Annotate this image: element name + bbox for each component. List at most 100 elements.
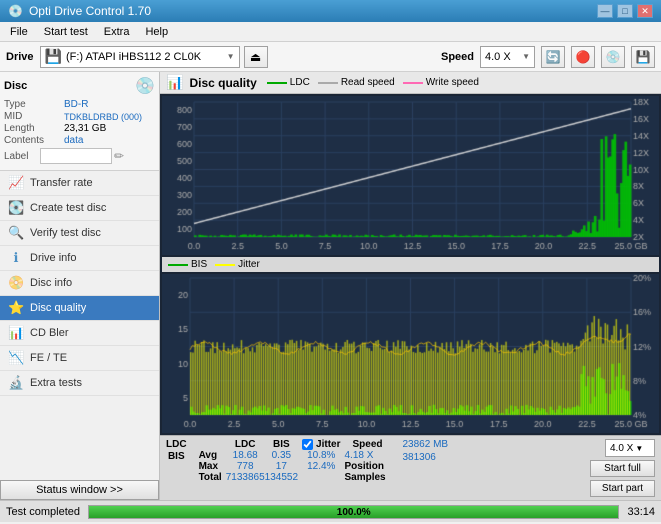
jitter-max: 12.4% [298,461,344,472]
disc-info-label: Disc info [30,277,72,289]
eject-button[interactable]: ⏏ [244,46,268,68]
ldc-col-header: LDC [226,439,265,450]
label-input[interactable] [40,148,112,164]
label-label: Label [4,151,40,162]
bis-avg: 0.35 [265,450,298,461]
status-text: Test completed [6,506,80,518]
elapsed-time: 33:14 [627,506,655,518]
sidebar-item-create-test-disc[interactable]: 💽 Create test disc [0,196,159,221]
jitter-avg: 10.8% [298,450,344,461]
speed-value: 4.0 X [485,51,511,63]
label-edit-icon[interactable]: ✏ [114,149,124,163]
top-chart [162,96,659,255]
progress-bar-container: Test completed 100.0% 33:14 [0,500,661,522]
extra-tests-label: Extra tests [30,377,82,389]
disc-info-icon: 📀 [8,275,24,291]
create-test-disc-icon: 💽 [8,200,24,216]
sidebar-item-transfer-rate[interactable]: 📈 Transfer rate [0,171,159,196]
stats-speed-val: 4.0 X [610,443,633,454]
ldc-total: 7133865 [226,472,265,483]
menu-help[interactable]: Help [139,25,174,39]
speed-dropdown-arrow: ▼ [522,52,530,61]
drive-value: (F:) ATAPI iHBS112 2 CL0K [66,51,201,63]
drive-label: Drive [6,51,34,63]
sidebar: Disc 💿 Type BD-R MID TDKBLDRBD (000) Len… [0,72,160,500]
sidebar-item-cd-bler[interactable]: 📊 CD Bler [0,321,159,346]
sidebar-item-drive-info[interactable]: ℹ Drive info [0,246,159,271]
sidebar-item-fe-te[interactable]: 📉 FE / TE [0,346,159,371]
write-speed-legend-label: Write speed [426,77,479,88]
menu-file[interactable]: File [4,25,34,39]
position-val: 23862 MB [403,439,449,450]
disc-panel-icon: 💿 [135,76,155,96]
start-part-button[interactable]: Start part [590,480,655,497]
verify-test-disc-label: Verify test disc [30,227,101,239]
progress-track: 100.0% [88,505,619,519]
speed-label: Speed [441,51,474,63]
sidebar-item-disc-quality[interactable]: ⭐ Disc quality [0,296,159,321]
menu-extra[interactable]: Extra [98,25,136,39]
disc-info-panel: Disc 💿 Type BD-R MID TDKBLDRBD (000) Len… [0,72,159,171]
disc-button[interactable]: 💿 [601,46,625,68]
minimize-button[interactable]: — [597,4,613,18]
bis-legend-dot [168,264,188,266]
type-value: BD-R [64,99,88,110]
burn-button[interactable]: 🔴 [571,46,595,68]
avg-row-label: Avg [195,450,226,461]
disc-quality-icon: ⭐ [8,300,24,316]
drive-info-icon: ℹ [8,250,24,266]
drive-dropdown[interactable]: 💾 (F:) ATAPI iHBS112 2 CL0K ▼ [40,46,240,68]
close-button[interactable]: ✕ [637,4,653,18]
max-row-label: Max [195,461,226,472]
sidebar-item-extra-tests[interactable]: 🔬 Extra tests [0,371,159,396]
ldc-header: LDC [166,439,187,450]
bottom-chart-canvas [162,274,659,433]
right-stats: 23862 MB 381306 [403,439,449,463]
stats-table: LDC BIS Jitter Speed Avg 18.68 0.35 10.8… [195,439,391,483]
read-speed-legend-dot [318,82,338,84]
transfer-rate-icon: 📈 [8,175,24,191]
content-area: 📊 Disc quality LDC Read speed Write spee… [160,72,661,500]
jitter-checkbox[interactable] [302,439,313,450]
speed-val: 4.18 X [344,450,390,461]
bottom-chart-legend-bar: BIS Jitter [162,257,659,272]
jitter-legend-label: Jitter [238,259,260,270]
bis-header: BIS [166,451,187,462]
save-button[interactable]: 💾 [631,46,655,68]
maximize-button[interactable]: □ [617,4,633,18]
stats-speed-dropdown[interactable]: 4.0 X ▼ [605,439,655,457]
jitter-legend-dot [215,264,235,266]
total-row-label: Total [195,472,226,483]
write-speed-legend-dot [403,82,423,84]
fe-te-label: FE / TE [30,352,67,364]
bis-total: 134552 [265,472,298,483]
status-window-button[interactable]: Status window >> [0,480,159,500]
read-speed-legend-label: Read speed [341,77,395,88]
start-full-button[interactable]: Start full [590,460,655,477]
menu-start-test[interactable]: Start test [38,25,94,39]
drive-dropdown-arrow: ▼ [227,52,235,61]
bottom-chart [162,274,659,433]
chart-legend: LDC Read speed Write speed [267,77,479,88]
bis-legend-label: BIS [191,259,207,270]
charts-wrapper: BIS Jitter [160,94,661,435]
sidebar-item-disc-info[interactable]: 📀 Disc info [0,271,159,296]
progress-percent: 100.0% [89,506,618,519]
speed-dropdown[interactable]: 4.0 X ▼ [480,46,535,68]
mid-value: TDKBLDRBD (000) [64,112,142,122]
ldc-legend-dot [267,82,287,84]
title-bar: 💿 Opti Drive Control 1.70 — □ ✕ [0,0,661,22]
position-label: Position [344,461,383,472]
refresh-button[interactable]: 🔄 [541,46,565,68]
sidebar-item-verify-test-disc[interactable]: 🔍 Verify test disc [0,221,159,246]
transfer-rate-label: Transfer rate [30,177,93,189]
menu-bar: File Start test Extra Help [0,22,661,42]
samples-label: Samples [344,472,385,483]
right-panel: 4.0 X ▼ Start full Start part [590,439,655,497]
chart-header-icon: 📊 [166,74,183,91]
length-label: Length [4,123,64,134]
top-chart-canvas [162,96,659,255]
cd-bler-label: CD Bler [30,327,69,339]
fe-te-icon: 📉 [8,350,24,366]
bis-max: 17 [265,461,298,472]
